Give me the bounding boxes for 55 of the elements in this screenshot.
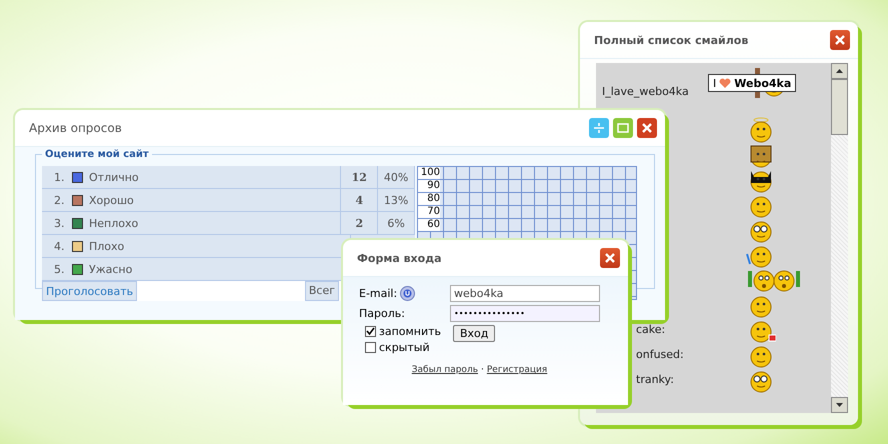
- vote-percent: 13%: [378, 189, 415, 211]
- close-button[interactable]: [600, 248, 620, 268]
- down-arrow-icon: [836, 403, 843, 407]
- close-icon: [835, 35, 845, 45]
- vote-percent: 6%: [378, 212, 415, 234]
- login-button[interactable]: Вход: [453, 325, 496, 342]
- window-title: Архив опросов: [29, 121, 122, 135]
- scrollbar[interactable]: [831, 63, 848, 413]
- axis-label: 70: [418, 206, 440, 219]
- maximize-icon: [617, 123, 629, 133]
- forgot-password-link[interactable]: Забыл пароль: [412, 365, 478, 375]
- smiley-code: I_lave_webo4ka: [602, 84, 689, 98]
- sign-text: Webo4ka: [734, 76, 792, 90]
- register-link[interactable]: Регистрация: [486, 365, 548, 375]
- vote-percent: 40%: [378, 166, 415, 188]
- email-label: E-mail:: [359, 287, 398, 300]
- option-cell: 2. Хорошо: [42, 189, 342, 211]
- checkbox-label: скрытый: [379, 341, 430, 354]
- vote-count: 4: [341, 189, 378, 211]
- window-title: Полный список смайлов: [594, 34, 748, 46]
- poll-question: Оцените мой сайт: [44, 149, 150, 160]
- checkbox[interactable]: [365, 326, 376, 337]
- password-label: Пароль:: [359, 307, 405, 320]
- checkbox-label: запомнить: [379, 325, 442, 338]
- total-label: Всег: [304, 281, 339, 301]
- password-field[interactable]: •••••••••••••••: [450, 305, 600, 322]
- user-icon: [400, 286, 416, 301]
- scroll-up-button[interactable]: [831, 63, 848, 79]
- scroll-down-button[interactable]: [831, 397, 848, 413]
- vote-count: 2: [341, 212, 378, 234]
- toggle-button[interactable]: [589, 118, 609, 138]
- close-button[interactable]: [637, 118, 657, 138]
- scroll-thumb[interactable]: [831, 79, 848, 135]
- option-cell: 3. Неплохо: [42, 212, 342, 234]
- option-cell: 1. Отлично: [42, 166, 342, 188]
- axis-label: 80: [418, 193, 440, 206]
- checkbox[interactable]: [365, 342, 376, 353]
- sign-text: I: [713, 76, 716, 90]
- heart-icon: [719, 78, 732, 88]
- smiley-code: onfused:: [636, 348, 684, 361]
- plus-minus-icon: [593, 122, 605, 134]
- axis-label: 90: [418, 180, 440, 193]
- close-button[interactable]: [830, 30, 850, 50]
- window-title: Форма входа: [357, 252, 442, 264]
- smiley-code: tranky:: [636, 373, 674, 386]
- close-icon: [642, 123, 652, 133]
- vote-count: 12: [341, 166, 378, 188]
- axis-label: 60: [418, 219, 440, 232]
- up-arrow-icon: [836, 69, 843, 73]
- smiley-code: cake:: [636, 323, 666, 336]
- close-icon: [605, 253, 615, 263]
- vote-button[interactable]: Проголосовать: [42, 281, 138, 301]
- email-field[interactable]: webo4ka: [450, 285, 600, 302]
- separator-dot: ·: [481, 365, 484, 375]
- axis-label: 100: [418, 167, 440, 180]
